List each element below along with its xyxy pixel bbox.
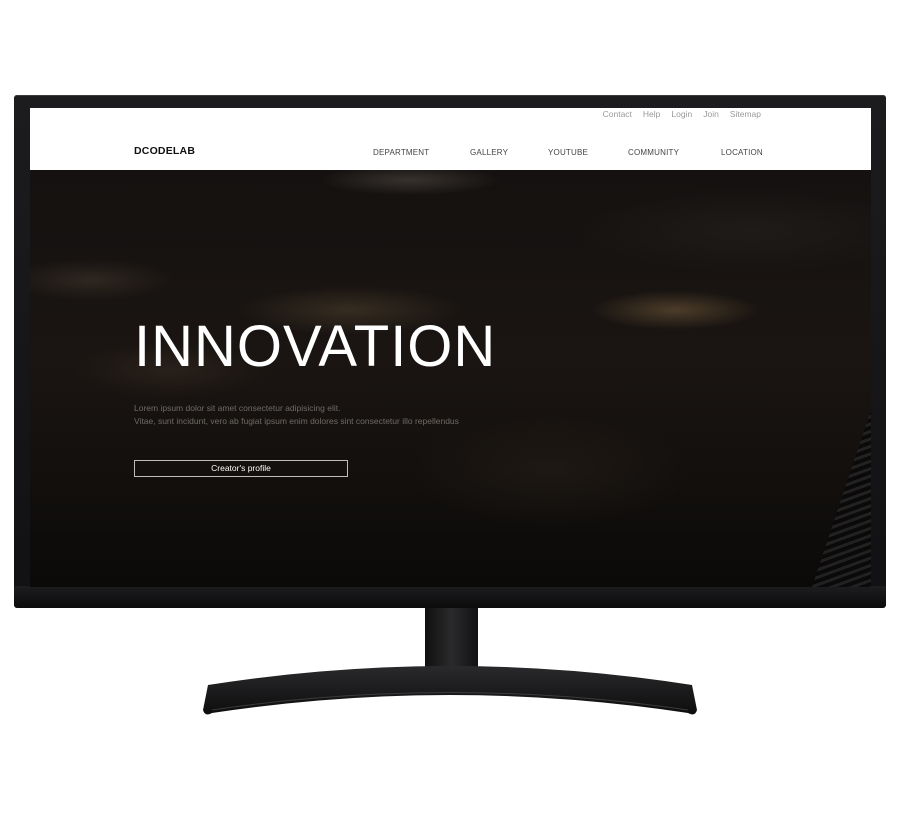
- nav-item-community[interactable]: COMMUNITY: [628, 148, 679, 157]
- nav-item-department[interactable]: DEPARTMENT: [373, 148, 429, 157]
- monitor-bottom-bezel: [14, 586, 886, 608]
- hero-description-line-2: Vitae, sunt incidunt, vero ab fugiat ips…: [134, 416, 459, 426]
- nav-item-gallery[interactable]: GALLERY: [470, 148, 508, 157]
- nav-item-youtube[interactable]: YOUTUBE: [548, 148, 588, 157]
- hero-description: Lorem ipsum dolor sit amet consectetur a…: [134, 402, 459, 428]
- util-link-help[interactable]: Help: [643, 109, 660, 119]
- hero-description-line-1: Lorem ipsum dolor sit amet consectetur a…: [134, 403, 341, 413]
- util-link-contact[interactable]: Contact: [603, 109, 632, 119]
- util-link-join[interactable]: Join: [703, 109, 719, 119]
- creators-profile-button[interactable]: Creator's profile: [134, 460, 348, 477]
- util-link-login[interactable]: Login: [671, 109, 692, 119]
- nav-item-location[interactable]: LOCATION: [721, 148, 763, 157]
- hero-section: INNOVATION Lorem ipsum dolor sit amet co…: [30, 170, 871, 587]
- monitor-stand-base: [203, 666, 697, 715]
- utility-links: Contact Help Login Join Sitemap: [603, 109, 761, 119]
- util-link-sitemap[interactable]: Sitemap: [730, 109, 761, 119]
- hero-title: INNOVATION: [134, 314, 497, 379]
- monitor-screen: Contact Help Login Join Sitemap DCODELAB…: [30, 108, 871, 587]
- site-header: Contact Help Login Join Sitemap DCODELAB…: [30, 108, 871, 170]
- site-logo[interactable]: DCODELAB: [134, 145, 195, 157]
- hero-background-stripes: [811, 410, 871, 587]
